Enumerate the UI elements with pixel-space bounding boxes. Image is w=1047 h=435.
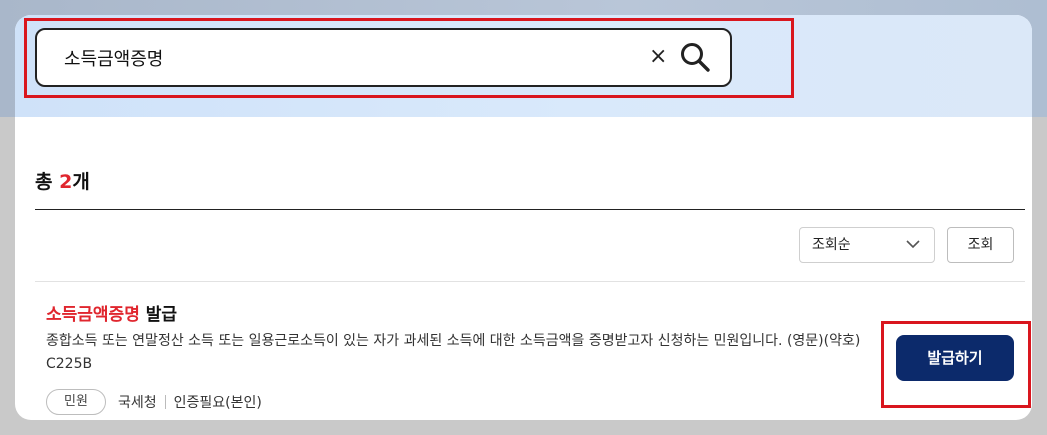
agency-label: 국세청 — [118, 395, 157, 411]
result-description: 종합소득 또는 연말정산 소득 또는 일용근로소득이 있는 자가 과세된 소득에… — [46, 333, 861, 372]
auth-required-label: 인증필요(본인) — [173, 395, 262, 411]
tag-separator — [164, 395, 166, 409]
view-button[interactable]: 조회 — [947, 227, 1014, 263]
search-hero: 소득금액증명 × — [15, 15, 1032, 117]
sort-selected-value: 조회순 — [812, 237, 851, 253]
category-badge: 민원 — [46, 389, 106, 415]
result-tags: 민원 국세청 인증필요(본인) — [46, 389, 262, 415]
search-results-card: 소득금액증명 × 총 2개 조회순 조회 소득금액증명 발급 종합소득 또는 연… — [15, 15, 1032, 420]
result-title-keyword: 소득금액증명 — [46, 305, 140, 325]
sort-select[interactable]: 조회순 — [799, 227, 935, 263]
issue-highlight-box — [881, 321, 1031, 408]
total-suffix: 개 — [72, 171, 90, 193]
result-title-rest: 발급 — [139, 305, 178, 325]
row-divider — [35, 281, 1025, 282]
results-divider — [35, 209, 1025, 210]
chevron-down-icon — [906, 240, 920, 249]
total-prefix: 총 — [35, 171, 60, 193]
search-highlight-box — [24, 18, 794, 98]
results-total: 총 2개 — [35, 167, 90, 194]
total-count: 2 — [59, 171, 73, 193]
result-title-link[interactable]: 소득금액증명 발급 — [46, 300, 177, 325]
